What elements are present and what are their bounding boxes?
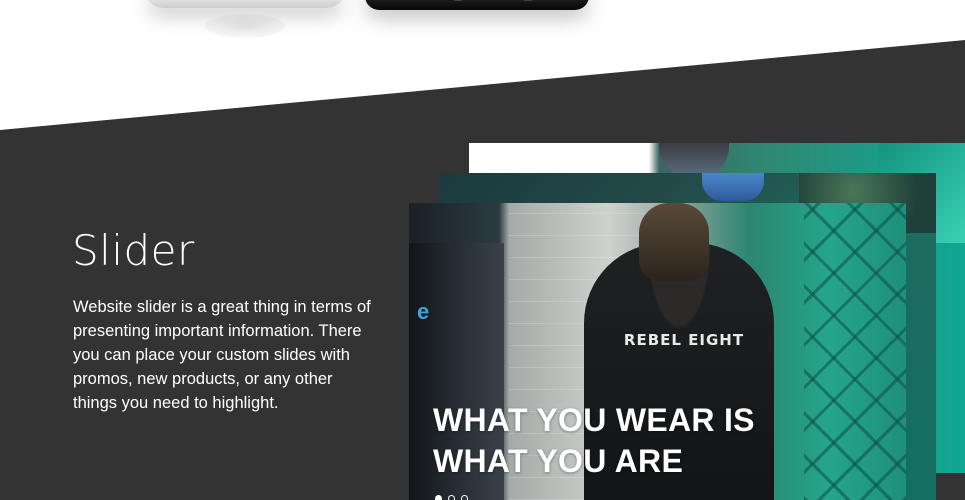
slide-caption-line1: WHAT YOU WEAR IS <box>433 402 755 438</box>
slide-caption-line2: WHAT YOU ARE <box>433 443 684 479</box>
slider-dot-icon[interactable] <box>435 495 442 500</box>
slide-caption: WHAT YOU WEAR IS WHAT YOU ARE <box>433 400 755 482</box>
phone-mockup <box>365 0 589 10</box>
model-hair-image <box>639 203 709 281</box>
slide-preview-front[interactable]: e REBEL EIGHT WHAT YOU WEAR IS WHAT YOU … <box>409 203 906 500</box>
slider-pagination <box>435 495 468 500</box>
section-description: Website slider is a great thing in terms… <box>73 298 371 412</box>
device-mockups <box>140 0 610 60</box>
phone-button-icon <box>523 0 533 1</box>
booth-sign-text: e <box>417 299 430 324</box>
laptop-mockup <box>145 0 345 38</box>
section-title: Slider <box>72 226 195 275</box>
phone-button-icon <box>453 0 463 1</box>
model-cap-image <box>702 173 764 201</box>
model-face-image <box>659 143 729 177</box>
metal-grate-image <box>804 203 906 500</box>
slider-dot-icon[interactable] <box>461 495 468 500</box>
shirt-print-text: REBEL EIGHT <box>623 331 745 349</box>
slider-dot-icon[interactable] <box>448 495 455 500</box>
